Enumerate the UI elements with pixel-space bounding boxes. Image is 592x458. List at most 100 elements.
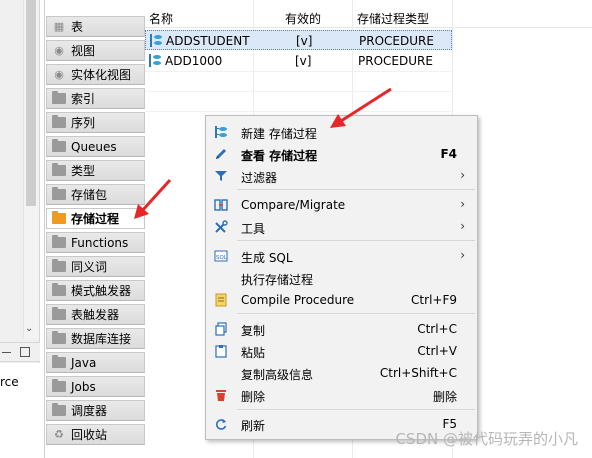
svg-text:SQL: SQL <box>216 255 228 261</box>
row-valid: [v] <box>295 54 312 68</box>
tab-materialized-views[interactable]: ◉ 实体化视图 <box>46 64 145 85</box>
watermark: CSDN @被代码玩弄的小凡 <box>395 430 578 448</box>
tools-icon <box>214 220 228 234</box>
eye-icon: ◉ <box>54 68 64 81</box>
menu-item-filter[interactable]: 过滤器 › <box>206 165 477 187</box>
minimize-icon[interactable] <box>2 352 11 353</box>
sql-icon: SQL <box>214 249 228 263</box>
menu-item-label: 查看 存储过程 <box>241 149 318 163</box>
menu-item-view-procedure[interactable]: 查看 存储过程 F4 <box>206 143 477 165</box>
tab-label: 序列 <box>71 116 96 130</box>
tab-synonyms[interactable]: 同义词 <box>46 256 145 277</box>
annotation-arrow-tab <box>134 178 172 219</box>
chevron-right-icon: › <box>460 219 465 233</box>
column-header-name[interactable]: 名称 <box>149 10 173 27</box>
tab-label: Queues <box>71 139 117 154</box>
chevron-right-icon: › <box>460 168 465 182</box>
tab-java[interactable]: Java <box>46 352 145 373</box>
menu-item-label: 生成 SQL <box>241 251 293 265</box>
row-type: PROCEDURE <box>358 54 433 68</box>
menu-item-label: Compare/Migrate <box>241 198 346 212</box>
menu-item-shortcut: Ctrl+F9 <box>411 293 457 307</box>
tab-schema-triggers[interactable]: 模式触发器 <box>46 280 145 301</box>
chevron-down-icon[interactable]: ⌄ <box>25 323 33 335</box>
scrollbar-thumb[interactable] <box>26 0 36 206</box>
tab-tables[interactable]: ▦ 表 <box>46 16 145 37</box>
menu-separator <box>237 240 475 241</box>
menu-separator <box>237 409 475 410</box>
tab-label: 视图 <box>71 44 96 58</box>
tab-db-links[interactable]: 数据库连接 <box>46 328 145 349</box>
menu-item-execute-procedure[interactable]: 执行存储过程 <box>206 267 477 289</box>
folder-icon <box>52 379 66 392</box>
row-gridline <box>145 111 452 112</box>
compile-icon <box>214 293 228 307</box>
menu-item-label: 复制高级信息 <box>241 368 314 382</box>
menu-item-copy-advanced-info[interactable]: 复制高级信息 Ctrl+Shift+C <box>206 362 477 384</box>
menu-item-label: 刷新 <box>241 419 266 433</box>
panel-toolbar <box>0 342 40 362</box>
row-name: ADDSTUDENT <box>166 34 250 48</box>
tab-recycle-bin[interactable]: ♻ 回收站 <box>46 424 145 445</box>
folder-icon <box>52 403 66 416</box>
truncated-label: rce <box>0 375 19 389</box>
procedure-icon <box>149 54 161 67</box>
column-header-valid[interactable]: 有效的 <box>285 10 321 27</box>
tab-label: 数据库连接 <box>71 332 132 346</box>
maximize-icon[interactable] <box>20 347 30 357</box>
tab-schedulers[interactable]: 调度器 <box>46 400 145 421</box>
table-header: 名称 有效的 存储过程类型 <box>145 0 592 28</box>
folder-icon <box>52 235 66 248</box>
tab-indexes[interactable]: 索引 <box>46 88 145 109</box>
menu-separator <box>237 189 475 190</box>
paste-icon <box>214 344 228 358</box>
menu-item-shortcut: Ctrl+V <box>417 344 457 358</box>
menu-item-copy[interactable]: 复制 Ctrl+C <box>206 318 477 340</box>
tab-label: 模式触发器 <box>71 284 132 298</box>
tab-sequences[interactable]: 序列 <box>46 112 145 133</box>
table-row[interactable]: ADD1000 [v] PROCEDURE <box>145 51 452 71</box>
menu-item-label: 复制 <box>241 324 266 338</box>
category-tabs: ▦ 表 ◉ 视图 ◉ 实体化视图 索引 序列 Queues 类型 存储包 存储过程 F… <box>44 0 145 458</box>
menu-item-label: 粘贴 <box>241 346 266 360</box>
tab-functions[interactable]: Functions <box>46 232 145 253</box>
tab-label: 实体化视图 <box>71 68 132 82</box>
annotation-arrow-menu <box>330 87 392 128</box>
menu-item-compare-migrate[interactable]: Compare/Migrate › <box>206 194 477 216</box>
menu-item-shortcut: 删除 <box>432 390 457 404</box>
menu-item-label: 执行存储过程 <box>241 273 314 287</box>
folder-icon <box>52 211 66 224</box>
tab-label: 回收站 <box>71 428 108 442</box>
row-name: ADD1000 <box>165 54 223 68</box>
menu-item-shortcut: Ctrl+Shift+C <box>379 366 457 380</box>
folder-icon <box>52 307 66 320</box>
table-row[interactable]: ADDSTUDENT [v] PROCEDURE <box>145 30 452 50</box>
tab-table-triggers[interactable]: 表触发器 <box>46 304 145 325</box>
menu-item-label: 过滤器 <box>241 171 278 185</box>
tab-jobs[interactable]: Jobs <box>46 376 145 397</box>
tab-label: 同义词 <box>71 260 108 274</box>
recycle-icon: ♻ <box>54 428 64 441</box>
menu-item-generate-sql[interactable]: SQL 生成 SQL › <box>206 245 477 267</box>
filter-icon <box>214 169 228 183</box>
compare-icon <box>214 198 228 212</box>
context-menu: 新建 存储过程 查看 存储过程 F4 过滤器 › Compare/Migrate… <box>205 115 478 440</box>
tab-label: 存储包 <box>71 188 108 202</box>
tab-queues[interactable]: Queues <box>46 136 145 157</box>
folder-icon <box>52 115 66 128</box>
chevron-right-icon: › <box>460 248 465 262</box>
menu-item-delete[interactable]: 删除 删除 <box>206 384 477 406</box>
tab-label: 调度器 <box>71 404 108 418</box>
column-header-type[interactable]: 存储过程类型 <box>357 10 429 27</box>
procedure-icon <box>150 34 162 47</box>
menu-item-compile-procedure[interactable]: Compile Procedure Ctrl+F9 <box>206 289 477 311</box>
menu-item-tools[interactable]: 工具 › <box>206 216 477 238</box>
tab-label: 索引 <box>71 92 96 106</box>
folder-icon <box>52 331 66 344</box>
folder-icon <box>52 163 66 176</box>
menu-item-paste[interactable]: 粘贴 Ctrl+V <box>206 340 477 362</box>
folder-icon <box>52 283 66 296</box>
tab-views[interactable]: ◉ 视图 <box>46 40 145 61</box>
menu-item-label: 新建 存储过程 <box>241 127 317 141</box>
new-procedure-icon <box>214 125 228 139</box>
